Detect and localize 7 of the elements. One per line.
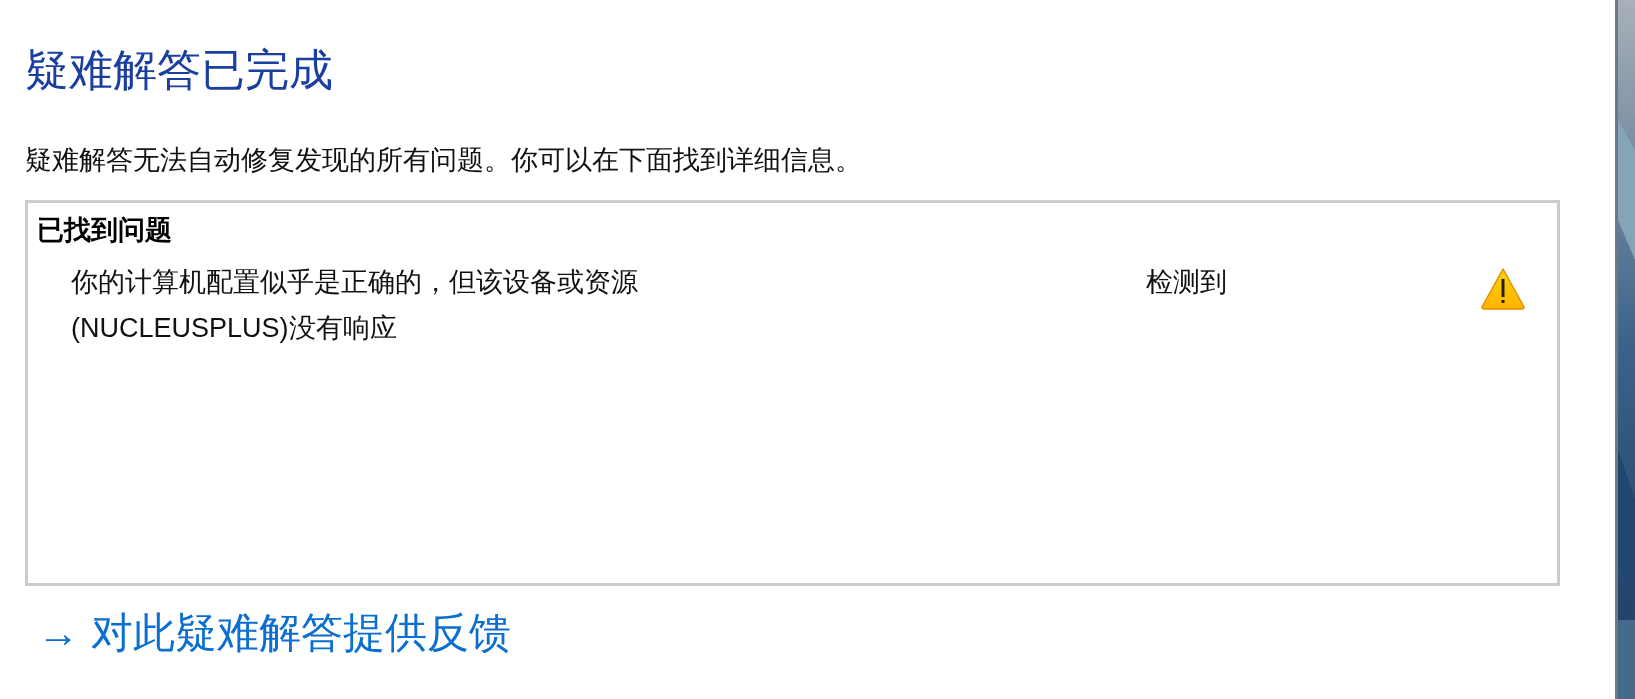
problems-heading: 已找到问题: [37, 213, 173, 247]
feedback-link[interactable]: → 对此疑难解答提供反馈: [37, 607, 511, 659]
description-text: 疑难解答无法自动修复发现的所有问题。你可以在下面找到详细信息。: [25, 143, 863, 177]
page-title: 疑难解答已完成: [25, 44, 334, 96]
problem-status: 检测到: [1146, 266, 1228, 299]
warning-icon: [1481, 268, 1525, 310]
problem-message: 你的计算机配置似乎是正确的，但该设备或资源 (NUCLEUSPLUS)没有响应: [71, 266, 639, 345]
